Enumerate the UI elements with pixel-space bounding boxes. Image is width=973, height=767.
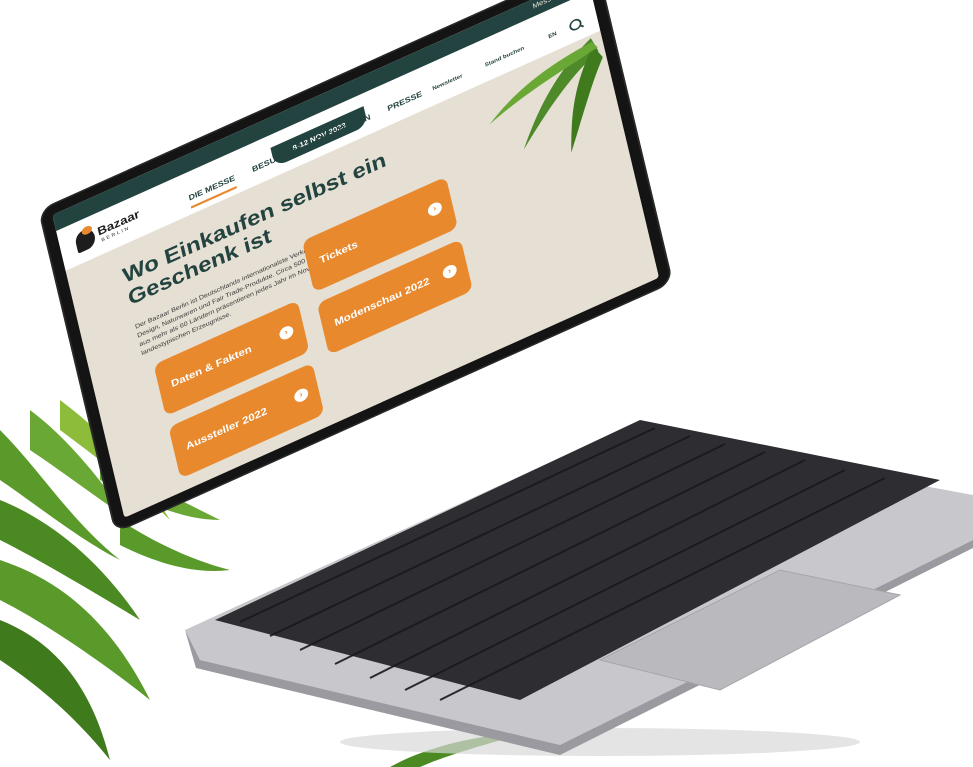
card-label: Daten & Fakten [169,342,253,390]
toucan-logo-icon [73,226,97,254]
card-label: Tickets [318,237,359,266]
arrow-right-icon: › [426,200,444,219]
arrow-right-icon: › [293,386,310,405]
card-label: Aussteller 2022 [184,404,269,453]
card-label: Modenschau 2022 [333,274,431,329]
product-mockup: Messe Berlin 8-12 NOV 2023 Bazaar BERLIN… [0,0,973,767]
arrow-right-icon: › [278,323,295,342]
arrow-right-icon: › [441,262,458,281]
